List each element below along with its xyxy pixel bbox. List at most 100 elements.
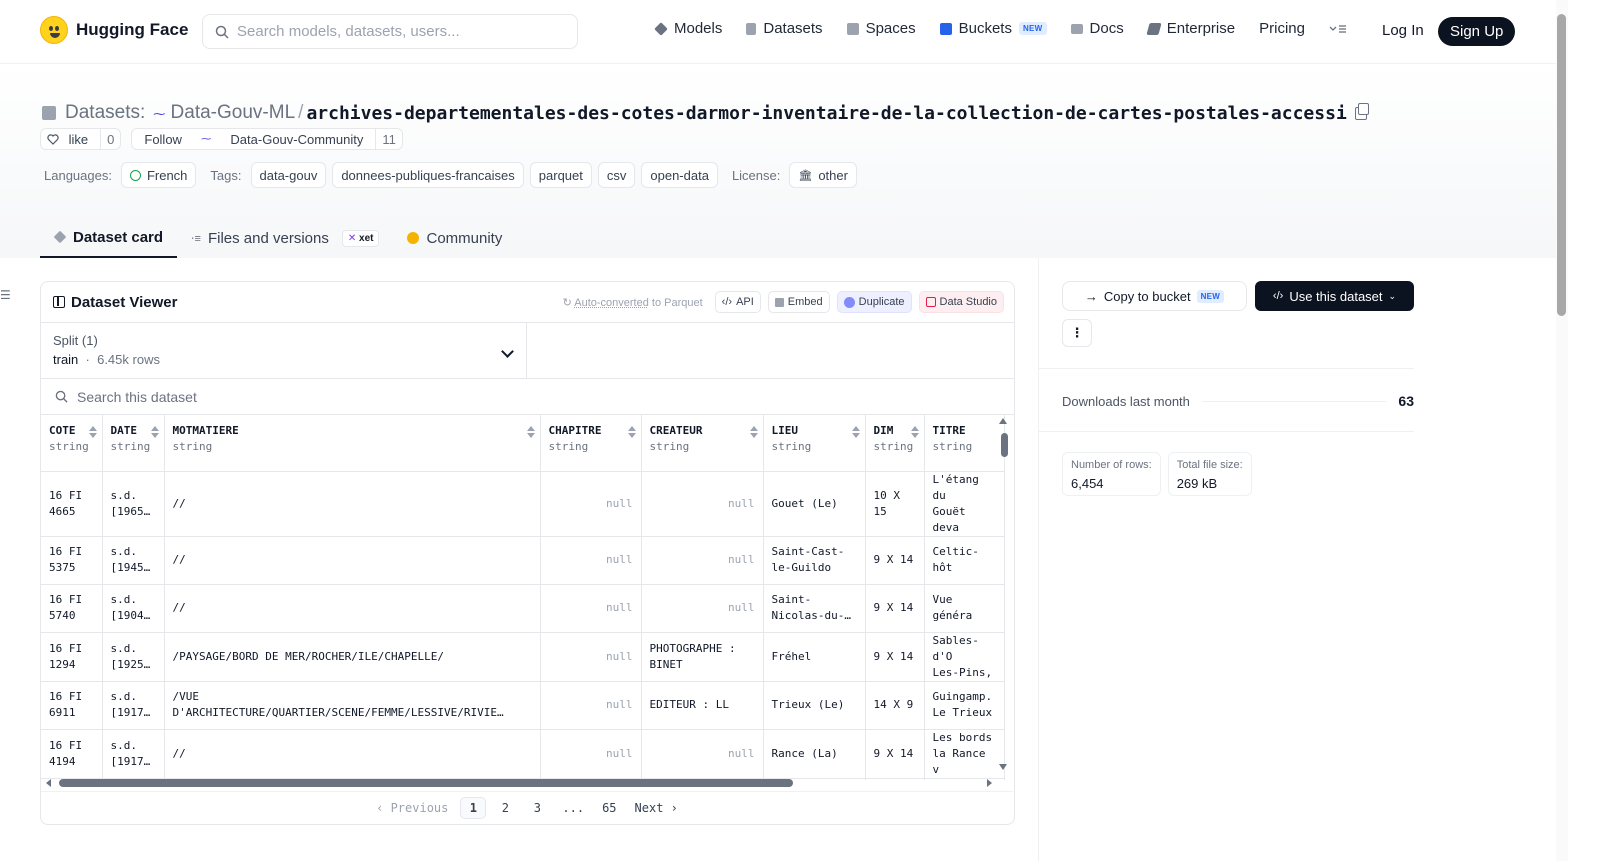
table-cell[interactable]: PHOTOGRAPHE : BINET bbox=[641, 632, 764, 682]
global-search-input[interactable] bbox=[237, 23, 557, 40]
scrollbar-thumb[interactable] bbox=[59, 779, 793, 787]
table-cell[interactable]: 10 X 15 bbox=[865, 471, 925, 537]
table-cell[interactable]: Vue généra bbox=[924, 584, 1005, 633]
tag-chip[interactable]: open-data bbox=[641, 162, 718, 188]
copy-to-bucket-button[interactable]: → Copy to bucket NEW bbox=[1062, 281, 1247, 311]
scrollbar-thumb[interactable] bbox=[1001, 433, 1008, 457]
table-cell[interactable]: 9 X 14 bbox=[865, 536, 925, 585]
table-cell[interactable]: Gouet (Le) bbox=[763, 471, 866, 537]
table-cell[interactable]: s.d. [1945… bbox=[102, 536, 165, 585]
column-header[interactable]: DIM string bbox=[865, 415, 925, 472]
nav-models[interactable]: Models bbox=[654, 20, 722, 37]
embed-button[interactable]: Embed bbox=[767, 291, 830, 313]
table-cell[interactable]: null bbox=[641, 729, 764, 779]
table-cell[interactable]: /VUE D'ARCHITECTURE/QUARTIER/SCENE/FEMME… bbox=[164, 681, 541, 730]
like-button[interactable]: like 0 bbox=[40, 128, 122, 150]
table-cell[interactable]: EDITEUR : LL bbox=[641, 681, 764, 730]
auto-converted-note[interactable]: ↻ Auto-converted to Parquet bbox=[563, 296, 703, 309]
table-vertical-scrollbar[interactable] bbox=[999, 418, 1013, 774]
table-row[interactable]: 16 FI 1294 s.d. [1925…/PAYSAGE/BORD DE ME… bbox=[41, 632, 1005, 682]
table-cell[interactable]: 9 X 14 bbox=[865, 632, 925, 682]
table-cell[interactable]: Trieux (Le) bbox=[763, 681, 866, 730]
table-cell[interactable]: s.d. [1965… bbox=[102, 471, 165, 537]
tag-chip[interactable]: donnees-publiques-francaises bbox=[332, 162, 524, 188]
global-search[interactable] bbox=[202, 14, 578, 49]
more-options-icon[interactable]: ⋮ bbox=[1062, 319, 1092, 347]
tab-dataset-card[interactable]: Dataset card bbox=[40, 218, 178, 258]
table-cell[interactable]: null bbox=[540, 729, 642, 779]
column-header[interactable]: MOTMATIERE string bbox=[164, 415, 541, 472]
table-row[interactable]: 16 FI 4665 s.d. [1965…//null null Gouet (Le… bbox=[41, 471, 1005, 537]
duplicate-button[interactable]: Duplicate bbox=[836, 291, 912, 313]
table-cell[interactable]: 16 FI 6911 bbox=[41, 681, 103, 730]
table-cell[interactable]: null bbox=[540, 681, 642, 730]
scroll-down-icon[interactable] bbox=[999, 764, 1007, 770]
copy-icon[interactable] bbox=[1354, 102, 1369, 120]
table-cell[interactable]: // bbox=[164, 729, 541, 779]
table-cell[interactable]: null bbox=[641, 536, 764, 585]
table-cell[interactable]: s.d. [1917… bbox=[102, 729, 165, 779]
column-header[interactable]: DATE string bbox=[102, 415, 165, 472]
tag-chip[interactable]: parquet bbox=[529, 162, 592, 188]
dataset-search-input[interactable] bbox=[77, 388, 477, 405]
table-cell[interactable]: // bbox=[164, 471, 541, 537]
table-cell[interactable]: // bbox=[164, 584, 541, 633]
table-cell[interactable]: /PAYSAGE/BORD DE MER/ROCHER/ILE/CHAPELLE… bbox=[164, 632, 541, 682]
column-header[interactable]: LIEU string bbox=[763, 415, 866, 472]
login-link[interactable]: Log In bbox=[1382, 22, 1424, 39]
tag-chip[interactable]: data-gouv bbox=[250, 162, 327, 188]
nav-docs[interactable]: Docs bbox=[1070, 20, 1124, 37]
page-button[interactable]: 1 bbox=[460, 797, 487, 819]
table-cell[interactable]: null bbox=[540, 536, 642, 585]
table-row[interactable]: 16 FI 5740 s.d. [1904…//null null Saint- Ni… bbox=[41, 584, 1005, 633]
table-cell[interactable]: 16 FI 5740 bbox=[41, 584, 103, 633]
scroll-right-icon[interactable] bbox=[987, 779, 992, 787]
table-row[interactable]: 16 FI 4194 s.d. [1917…//null null Rance (La… bbox=[41, 729, 1005, 779]
table-cell[interactable]: null bbox=[641, 584, 764, 633]
column-header[interactable]: TITRE string bbox=[924, 415, 1005, 472]
toc-toggle-icon[interactable]: ☰ bbox=[0, 288, 11, 302]
nav-spaces[interactable]: Spaces bbox=[846, 20, 916, 37]
nav-buckets[interactable]: Buckets NEW bbox=[939, 20, 1047, 37]
table-cell[interactable]: Saint-Cast- le-Guildo bbox=[763, 536, 866, 585]
license-tag[interactable]: 🏛 other bbox=[789, 162, 857, 188]
page-button[interactable]: 3 bbox=[524, 797, 550, 819]
page-button[interactable]: 2 bbox=[492, 797, 518, 819]
tab-community[interactable]: Community bbox=[393, 218, 516, 258]
brand-logo[interactable]: Hugging Face bbox=[40, 16, 188, 44]
dataset-search[interactable] bbox=[41, 379, 1014, 415]
table-cell[interactable]: 16 FI 4665 bbox=[41, 471, 103, 537]
scroll-up-icon[interactable] bbox=[999, 418, 1007, 424]
api-button[interactable]: ‹/› API bbox=[714, 291, 761, 313]
split-selector[interactable]: Split (1) train · 6.45k rows bbox=[41, 323, 527, 378]
table-cell[interactable]: 16 FI 4194 bbox=[41, 729, 103, 779]
column-header[interactable]: CHAPITRE string bbox=[540, 415, 642, 472]
dataset-name[interactable]: archives-departementales-des-cotes-darmo… bbox=[306, 103, 1346, 124]
table-cell[interactable]: null bbox=[641, 471, 764, 537]
table-cell[interactable]: Rance (La) bbox=[763, 729, 866, 779]
table-horizontal-scrollbar[interactable] bbox=[41, 777, 998, 789]
table-cell[interactable]: s.d. [1925… bbox=[102, 632, 165, 682]
nav-pricing[interactable]: Pricing bbox=[1259, 20, 1305, 37]
next-page-button[interactable]: Next › bbox=[629, 797, 684, 819]
tab-files[interactable]: ⋅≡ Files and versions ✕ xet bbox=[177, 218, 393, 258]
tag-chip[interactable]: csv bbox=[597, 162, 636, 188]
org-link[interactable]: ⁓ Data-Gouv-ML bbox=[153, 102, 295, 124]
signup-button[interactable]: Sign Up bbox=[1438, 17, 1516, 46]
nav-enterprise[interactable]: Enterprise bbox=[1146, 20, 1235, 37]
data-studio-button[interactable]: Data Studio bbox=[918, 291, 1004, 313]
table-cell[interactable]: s.d. [1904… bbox=[102, 584, 165, 633]
nav-datasets[interactable]: Datasets bbox=[746, 20, 823, 37]
follow-button[interactable]: Follow ⁓ Data-Gouv-Community 11 bbox=[131, 128, 403, 150]
language-tag[interactable]: French bbox=[120, 162, 197, 188]
table-cell[interactable]: L'étang du Gouët deva bbox=[924, 471, 1005, 537]
page-scrollbar[interactable] bbox=[1556, 0, 1568, 861]
page-button[interactable]: 65 bbox=[596, 797, 622, 819]
more-menu-button[interactable] bbox=[1329, 24, 1347, 34]
previous-page-button[interactable]: ‹ Previous bbox=[370, 797, 454, 819]
scroll-left-icon[interactable] bbox=[46, 779, 51, 787]
table-cell[interactable]: 9 X 14 bbox=[865, 729, 925, 779]
table-cell[interactable]: // bbox=[164, 536, 541, 585]
table-cell[interactable]: Saint- Nicolas-du-… bbox=[763, 584, 866, 633]
table-cell[interactable]: s.d. [1917… bbox=[102, 681, 165, 730]
